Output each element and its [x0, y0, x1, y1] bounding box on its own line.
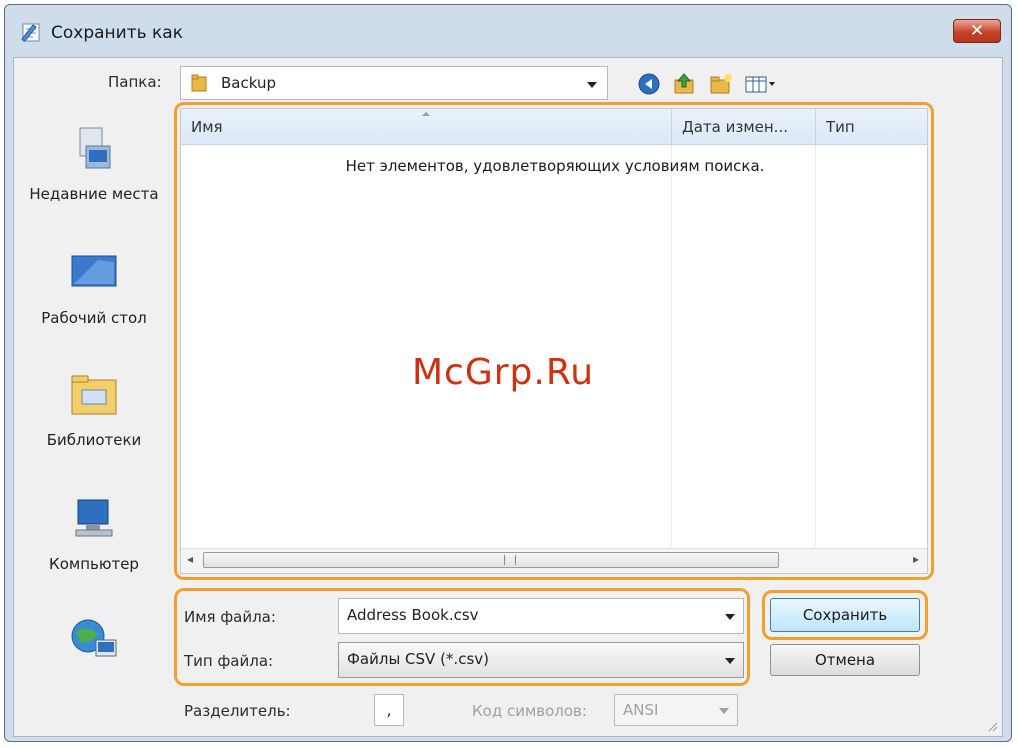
view-menu-icon[interactable] [744, 72, 778, 96]
encoding-label: Код символов: [472, 702, 587, 720]
place-computer[interactable]: Компьютер [24, 494, 164, 576]
place-network[interactable] [24, 614, 164, 672]
up-folder-icon[interactable] [672, 72, 698, 96]
back-icon[interactable] [636, 72, 662, 96]
notepad-icon [21, 23, 40, 42]
new-folder-icon[interactable] [708, 72, 734, 96]
highlight-file-list [174, 102, 934, 580]
chevron-down-icon[interactable] [719, 708, 729, 714]
folder-icon [191, 74, 207, 92]
places-bar: Недавние места Рабочий стол Библиотеки К… [24, 114, 164, 734]
libraries-icon [71, 375, 117, 415]
place-recent[interactable]: Недавние места [24, 124, 164, 206]
encoding-select[interactable]: ANSI [614, 694, 738, 726]
watermark: McGrp.Ru [412, 352, 595, 393]
place-desktop[interactable]: Рабочий стол [24, 248, 164, 330]
place-libraries[interactable]: Библиотеки [24, 370, 164, 452]
folder-label: Папка: [108, 73, 162, 91]
folder-combo[interactable]: Backup [180, 66, 608, 100]
computer-icon [75, 499, 113, 537]
title-bar[interactable]: Сохранить как ✕ [5, 5, 1011, 57]
separator-value: , [386, 701, 392, 719]
dialog-body: Папка: Backup Недавние места Рабочий сто… [13, 57, 1003, 737]
close-button[interactable]: ✕ [953, 19, 1001, 43]
encoding-value: ANSI [623, 701, 659, 719]
cancel-button[interactable]: Отмена [770, 644, 920, 676]
place-label: Недавние места [29, 185, 159, 203]
resize-grip-icon[interactable] [986, 720, 998, 732]
desktop-icon [71, 255, 117, 287]
place-label: Компьютер [49, 555, 139, 573]
chevron-down-icon[interactable] [587, 82, 597, 88]
highlight-file-fields [174, 588, 750, 686]
separator-label: Разделитель: [184, 702, 291, 720]
place-label: Рабочий стол [41, 309, 147, 327]
network-icon [71, 619, 117, 657]
window-title: Сохранить как [51, 23, 183, 43]
highlight-save-button [762, 590, 928, 640]
recent-places-icon [79, 127, 111, 169]
place-label: Библиотеки [46, 431, 142, 449]
folder-value: Backup [221, 74, 276, 92]
separator-input[interactable]: , [374, 694, 404, 726]
